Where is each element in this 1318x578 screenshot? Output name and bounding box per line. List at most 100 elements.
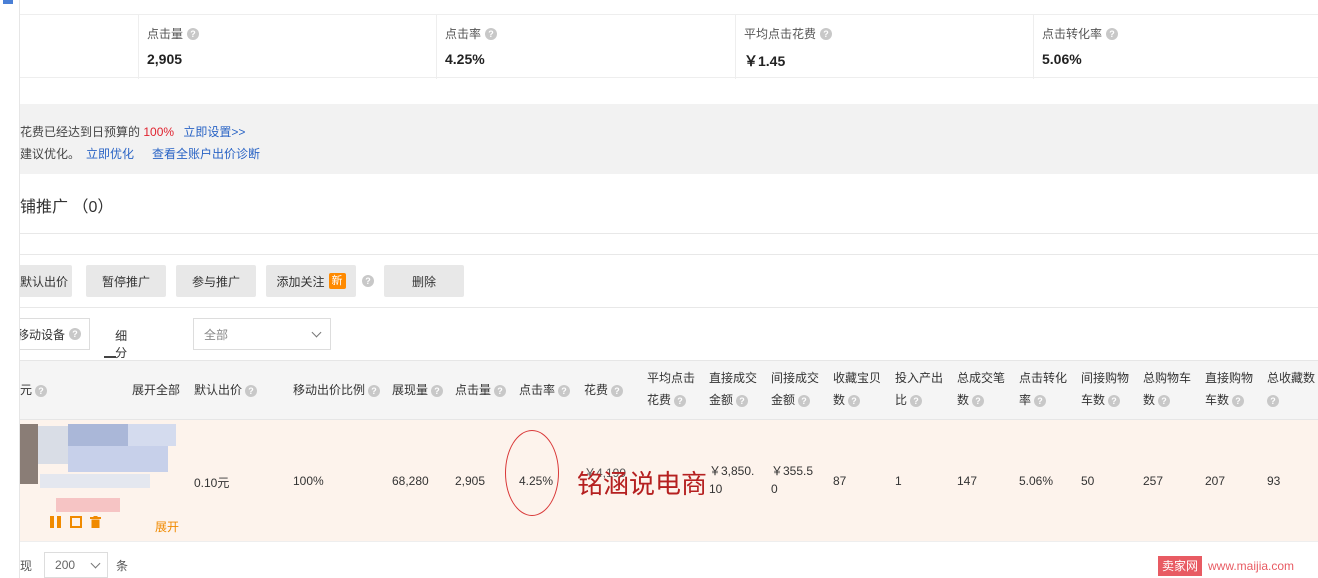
- watermark-text: 铭涵说电商: [577, 470, 708, 500]
- stat-label: 点击转化率: [1042, 27, 1103, 41]
- chevron-down-icon: [311, 327, 322, 337]
- bid-diagnosis-link[interactable]: 查看全账户出价诊断: [152, 147, 260, 161]
- th-roi: 投入产出比?: [895, 371, 944, 407]
- th-avg-cpc: 平均点击 花费?: [647, 371, 696, 407]
- join-label: 参与推广: [191, 274, 240, 289]
- notice-text: 花费已经达到日预算的: [20, 125, 141, 139]
- th-direct-cart: 直接购物 车数?: [1205, 371, 1254, 407]
- row-actions: [50, 516, 101, 528]
- cell-direct-gmv: ￥3,850. 10: [709, 464, 755, 496]
- pause-icon[interactable]: [50, 516, 62, 528]
- help-icon[interactable]: ?: [674, 394, 687, 407]
- delete-button[interactable]: 删除: [384, 265, 464, 297]
- help-icon[interactable]: ?: [245, 384, 258, 397]
- cell-indirect-cart: 50: [1081, 474, 1095, 488]
- help-icon[interactable]: ?: [558, 384, 571, 397]
- cell-orders: 147: [957, 474, 978, 488]
- stat-label: 平均点击花费: [744, 27, 817, 41]
- blurred-product-thumbnail: [16, 424, 180, 512]
- stat-cvr: 点击转化率? 5.06%: [1034, 15, 1318, 79]
- help-icon[interactable]: ?: [35, 384, 48, 397]
- optimize-now-link[interactable]: 立即优化: [86, 147, 134, 161]
- stat-avg-cpc: 平均点击花费? ￥1.45: [736, 15, 1034, 79]
- help-icon[interactable]: ?: [69, 328, 82, 340]
- cell-indirect-gmv: ￥355.5 0: [771, 464, 814, 496]
- join-button[interactable]: 参与推广: [176, 265, 256, 297]
- rail-marker: [3, 0, 13, 4]
- footer-prefix: 现: [20, 558, 33, 573]
- help-icon[interactable]: ?: [820, 27, 833, 40]
- stat-value: 5.06%: [1042, 51, 1082, 67]
- help-icon[interactable]: ?: [1034, 394, 1047, 407]
- th-cvr: 点击转化率?: [1019, 371, 1068, 407]
- default-bid-button[interactable]: 默认出价: [16, 265, 72, 297]
- annotation-circle: [505, 430, 559, 516]
- stat-label: 点击量: [147, 27, 184, 41]
- stat-value: ￥1.45: [744, 53, 786, 69]
- help-icon[interactable]: ?: [798, 394, 811, 407]
- help-icon[interactable]: ?: [1106, 27, 1119, 40]
- divider: [20, 254, 1318, 255]
- set-now-link[interactable]: 立即设置>>: [183, 125, 245, 139]
- th-impressions: 展现量?: [392, 379, 444, 401]
- th-default-bid: 默认出价?: [194, 379, 258, 401]
- page-size-select[interactable]: 200: [44, 552, 109, 578]
- segment-select[interactable]: 全部: [193, 318, 331, 350]
- th-indirect-gmv: 间接成交 金额?: [771, 371, 820, 407]
- help-icon[interactable]: ?: [187, 27, 200, 40]
- th-ctr: 点击率?: [519, 379, 571, 401]
- page-size-value: 200: [55, 558, 76, 572]
- help-icon[interactable]: ?: [736, 394, 749, 407]
- divider: [20, 233, 1318, 234]
- maijia-logo: 卖家网: [1158, 556, 1203, 576]
- help-icon[interactable]: ?: [611, 384, 624, 397]
- section-title: 店铺推广 （0）: [4, 199, 114, 216]
- cell-cvr: 5.06%: [1019, 474, 1054, 488]
- help-icon[interactable]: ?: [431, 384, 444, 397]
- new-badge: 新: [328, 273, 346, 289]
- stat-value: 2,905: [147, 51, 183, 67]
- help-icon[interactable]: ?: [362, 275, 374, 287]
- help-icon[interactable]: ?: [910, 394, 923, 407]
- help-icon[interactable]: ?: [494, 384, 507, 397]
- pause-button[interactable]: 暂停推广: [86, 265, 166, 297]
- trash-icon[interactable]: [90, 516, 101, 528]
- device-filter[interactable]: 移动设备 ?: [16, 318, 90, 350]
- device-label: 移动设备: [17, 327, 66, 342]
- cell-roi: 1: [895, 474, 902, 488]
- stat-label: 点击率: [445, 27, 482, 41]
- help-icon[interactable]: ?: [1158, 394, 1171, 407]
- help-icon[interactable]: ?: [1232, 394, 1245, 407]
- help-icon[interactable]: ?: [1267, 394, 1279, 407]
- help-icon[interactable]: ?: [368, 384, 381, 397]
- cell-direct-cart: 207: [1205, 474, 1226, 488]
- cell-default-bid: 0.10元: [194, 476, 230, 490]
- help-icon[interactable]: ?: [848, 394, 861, 407]
- th-direct-gmv: 直接成交 金额?: [709, 371, 758, 407]
- left-rail: [0, 0, 20, 578]
- th-fav-item: 收藏宝贝数?: [833, 371, 882, 407]
- budget-notice: 花费已经达到日预算的 100% 立即设置>> 建议优化。 立即优化 查看全账户出价诊…: [20, 104, 1318, 174]
- copy-icon[interactable]: [70, 516, 82, 528]
- cell-total-cart: 257: [1143, 474, 1164, 488]
- expand-all-link[interactable]: 展开全部: [132, 379, 180, 401]
- help-icon[interactable]: ?: [485, 27, 498, 40]
- segment-value: 全部: [204, 327, 229, 342]
- stat-empty: [20, 15, 139, 79]
- footer-suffix: 条: [116, 558, 129, 573]
- cell-total-fav: 93: [1267, 474, 1281, 488]
- th-mobile-ratio: 移动出价比例?: [293, 379, 381, 401]
- stat-value: 4.25%: [445, 51, 485, 67]
- follow-label: 添加关注: [276, 274, 325, 289]
- cell-mobile-ratio: 100%: [293, 474, 324, 488]
- chevron-down-icon: [90, 558, 101, 568]
- notice-line-2: 建议优化。 立即优化 查看全账户出价诊断: [20, 143, 1318, 165]
- add-follow-button[interactable]: 添加关注 新: [266, 265, 356, 297]
- expand-link[interactable]: 展开: [155, 518, 179, 535]
- help-icon[interactable]: ?: [1108, 394, 1121, 407]
- stat-clicks: 点击量? 2,905: [139, 15, 437, 79]
- divider: [20, 307, 1318, 308]
- help-icon[interactable]: ?: [972, 394, 985, 407]
- cell-fav-item: 87: [833, 474, 847, 488]
- stat-ctr: 点击率? 4.25%: [437, 15, 736, 79]
